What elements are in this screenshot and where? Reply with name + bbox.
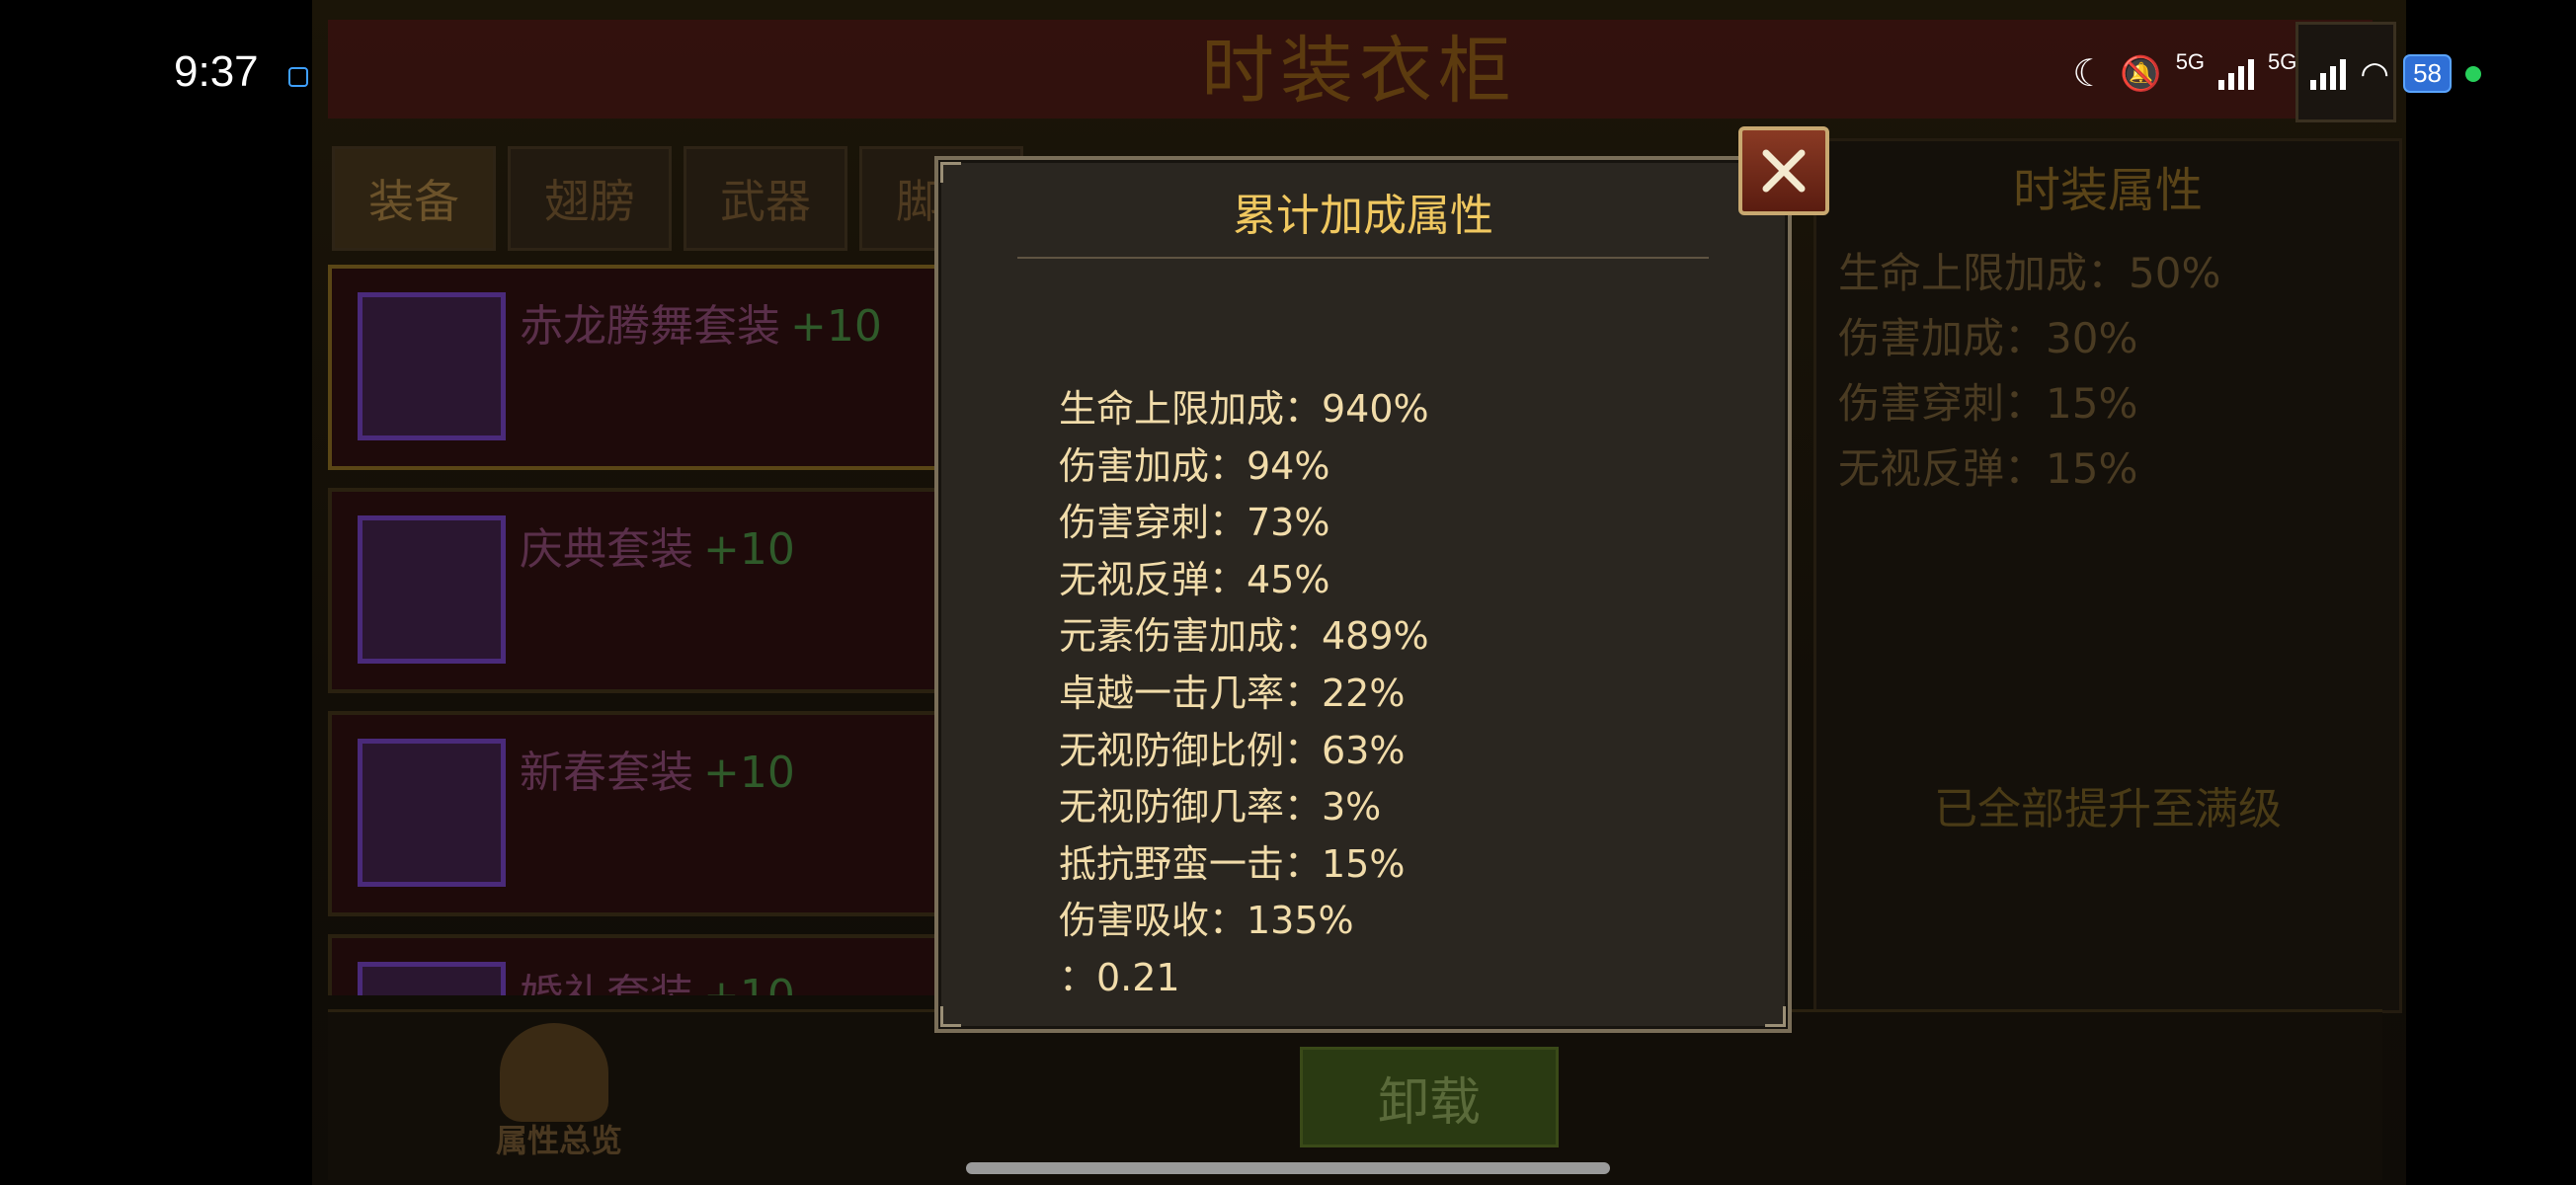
costume-thumbnail: [358, 292, 506, 440]
category-tabs: 装备 翅膀 武器 脚印: [332, 146, 1023, 251]
cumulative-bonus-dialog: 累计加成属性 生命上限加成：940% 伤害加成：94% 伤害穿刺：73% 无视反…: [934, 156, 1792, 1033]
costume-item[interactable]: 婚礼套装 +10: [328, 934, 1019, 995]
tab-wings[interactable]: 翅膀: [508, 146, 672, 251]
costume-thumbnail: [358, 515, 506, 664]
costume-item[interactable]: 新春套装 +10: [328, 711, 1019, 916]
attr-line: 伤害穿刺：15%: [1838, 379, 2138, 428]
close-icon: [1762, 149, 1806, 193]
stat-line: 伤害吸收：135%: [1059, 899, 1354, 943]
attribute-overview-icon[interactable]: [500, 1023, 608, 1122]
costume-list[interactable]: 赤龙腾舞套装+10 庆典套装+10 新春套装+10 婚礼套装+10: [328, 265, 1019, 995]
frame-corner: [1765, 1006, 1786, 1027]
attribute-overview-label[interactable]: 属性总览: [496, 1116, 622, 1161]
costume-name: 赤龙腾舞套装: [520, 301, 780, 352]
stat-line: 无视防御比例：63%: [1059, 728, 1406, 772]
stat-line: 卓越一击几率：22%: [1059, 671, 1406, 715]
home-indicator[interactable]: [966, 1162, 1610, 1174]
stat-line: 生命上限加成：940%: [1059, 387, 1429, 431]
costume-name: 新春套装: [520, 748, 693, 798]
privacy-dot: [2465, 65, 2481, 82]
close-dialog-button[interactable]: [1738, 126, 1829, 215]
stat-line: 无视反弹：45%: [1059, 557, 1330, 601]
battery-icon: 58: [2403, 54, 2452, 93]
attr-line: 伤害加成：30%: [1838, 314, 2138, 362]
costume-item[interactable]: 赤龙腾舞套装 +10: [328, 265, 1019, 470]
costume-attribute-panel: 时装属性 生命上限加成：50% 伤害加成：30% 伤害穿刺：15% 无视反弹：1…: [1813, 138, 2402, 1013]
tab-equipment[interactable]: 装备: [332, 146, 496, 251]
costume-level: +10: [703, 971, 795, 995]
attr-line: 生命上限加成：50%: [1838, 249, 2221, 297]
costume-level: +10: [790, 301, 882, 352]
costume-level: +10: [703, 748, 795, 798]
costume-name: 婚礼套装: [520, 971, 693, 995]
stat-line: ：0.21: [1059, 955, 1180, 999]
clock: 9:37: [174, 47, 259, 96]
notification-icon: [288, 67, 308, 87]
attr-panel-title: 时装属性: [2012, 163, 2203, 218]
stat-line: 伤害穿刺：73%: [1059, 501, 1330, 545]
costume-thumbnail: [358, 962, 506, 995]
dialog-title: 累计加成属性: [1233, 191, 1493, 241]
stat-line: 伤害加成：94%: [1059, 443, 1330, 488]
costume-name: 庆典套装: [520, 524, 693, 575]
costume-level: +10: [703, 524, 795, 575]
stat-line: 抵抗野蛮一击：15%: [1059, 841, 1406, 886]
fullscreen-button[interactable]: [2295, 22, 2396, 122]
costume-thumbnail: [358, 739, 506, 887]
divider: [1017, 257, 1709, 259]
maxed-status: 已全部提升至满级: [1934, 784, 2282, 834]
frame-corner: [940, 1006, 961, 1027]
attr-line: 无视反弹：15%: [1838, 444, 2138, 493]
scene-title: 时装衣柜: [1201, 29, 1517, 114]
unload-button[interactable]: 卸载: [1300, 1047, 1559, 1147]
stat-line: 无视防御几率：3%: [1059, 785, 1382, 830]
tab-weapons[interactable]: 武器: [684, 146, 847, 251]
stat-list: 生命上限加成：940% 伤害加成：94% 伤害穿刺：73% 无视反弹：45% 元…: [1059, 381, 1429, 1007]
stat-line: 元素伤害加成：489%: [1059, 614, 1429, 659]
costume-item[interactable]: 庆典套装 +10: [328, 488, 1019, 693]
